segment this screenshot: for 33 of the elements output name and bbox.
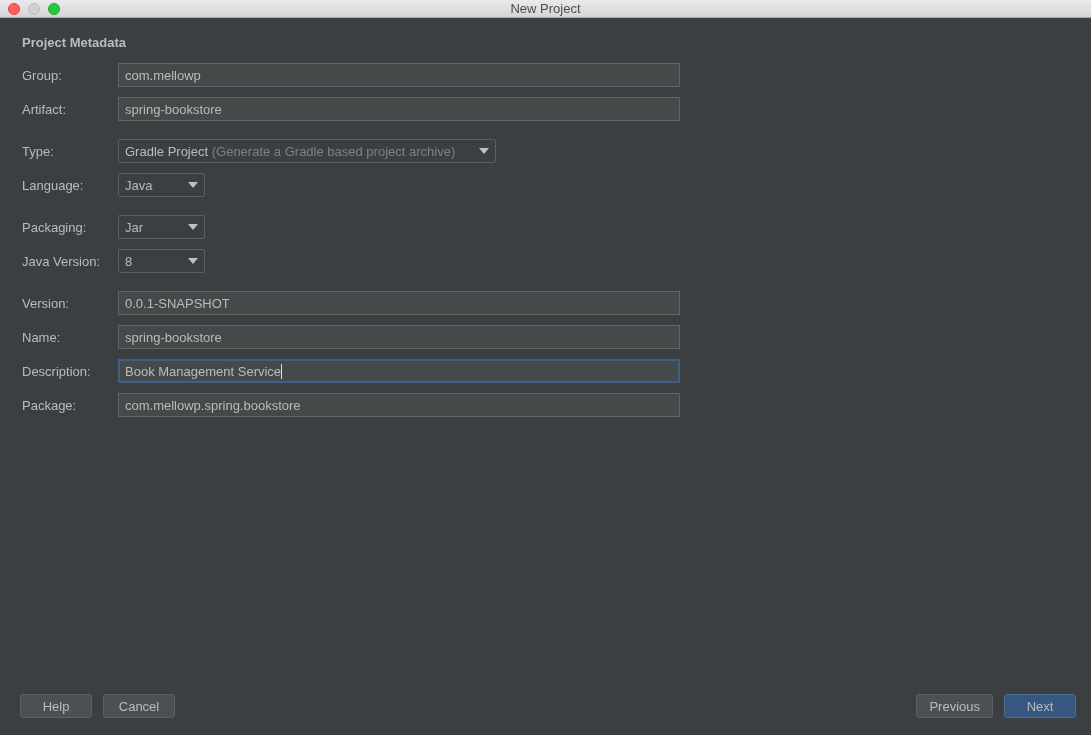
text-field[interactable]: 0.0.1-SNAPSHOT bbox=[118, 291, 680, 315]
text-field[interactable]: com.mellowp bbox=[118, 63, 680, 87]
dropdown[interactable]: 8 bbox=[118, 249, 205, 273]
field-label: Description: bbox=[22, 363, 92, 379]
field-label: Type: bbox=[22, 143, 55, 159]
field-label: Version: bbox=[22, 295, 70, 311]
dialog-button[interactable]: Next bbox=[1004, 694, 1076, 718]
field-label: Packaging: bbox=[22, 219, 88, 235]
dropdown[interactable]: Gradle Project (Generate a Gradle based project archive) bbox=[118, 139, 497, 163]
dialog-button[interactable]: Previous bbox=[916, 694, 993, 718]
dropdown[interactable]: Java bbox=[118, 173, 205, 197]
dropdown-arrow-icon bbox=[188, 182, 198, 188]
window-title: New Project bbox=[510, 1, 581, 16]
text-field[interactable]: Book Management Service bbox=[118, 359, 680, 383]
field-label: Name: bbox=[22, 329, 62, 345]
field-label: Java Version: bbox=[22, 253, 102, 269]
text-field[interactable]: spring-bookstore bbox=[118, 325, 680, 349]
field-label: Package: bbox=[22, 397, 78, 413]
dropdown[interactable]: Jar bbox=[118, 215, 205, 239]
text-field[interactable]: com.mellowp.spring.bookstore bbox=[118, 393, 680, 417]
dialog-button[interactable]: Cancel bbox=[103, 694, 175, 718]
dropdown-arrow-icon bbox=[188, 224, 198, 230]
maximize-button[interactable] bbox=[48, 2, 60, 15]
section-heading: Project Metadata bbox=[22, 35, 128, 50]
field-label: Group: bbox=[22, 67, 63, 83]
close-button[interactable] bbox=[8, 2, 20, 15]
dropdown-arrow-icon bbox=[188, 258, 198, 264]
field-label: Language: bbox=[22, 177, 85, 193]
dropdown-arrow-icon bbox=[479, 148, 490, 154]
text-field[interactable]: spring-bookstore bbox=[118, 97, 680, 121]
dialog-button[interactable]: Help bbox=[20, 694, 92, 718]
minimize-button[interactable] bbox=[28, 2, 40, 15]
field-label: Artifact: bbox=[22, 101, 68, 117]
